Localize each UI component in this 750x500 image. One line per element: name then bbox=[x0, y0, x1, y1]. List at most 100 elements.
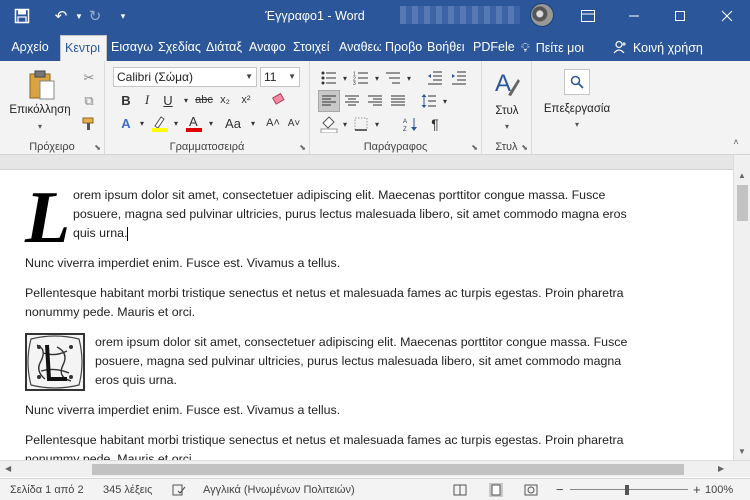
text-cursor bbox=[127, 226, 129, 241]
editing-dropdown-icon[interactable]: ▾ bbox=[536, 120, 618, 129]
tab-review[interactable]: Αναθεω bbox=[335, 35, 381, 61]
align-center-icon[interactable] bbox=[341, 90, 363, 112]
styles-label: Στυλ bbox=[495, 105, 519, 117]
font-size-dropdown-icon[interactable]: ▼ bbox=[288, 68, 296, 86]
styles-dropdown-icon[interactable]: ▾ bbox=[482, 122, 532, 131]
paste-button[interactable]: Επικόλληση ▾ bbox=[9, 67, 71, 131]
undo-dropdown-icon[interactable]: ▼ bbox=[74, 0, 84, 32]
increase-indent-icon[interactable] bbox=[448, 67, 470, 89]
clear-formatting-icon[interactable] bbox=[268, 89, 290, 111]
tab-layout[interactable]: Διάταξ bbox=[202, 35, 245, 61]
align-right-icon[interactable] bbox=[364, 90, 386, 112]
tab-help[interactable]: Βοήθει bbox=[423, 35, 469, 61]
line-spacing-dropdown-icon[interactable]: ▾ bbox=[434, 90, 456, 112]
zoom-level[interactable]: 100% bbox=[705, 479, 733, 500]
zoom-slider-thumb[interactable] bbox=[625, 485, 629, 495]
proofing-icon[interactable] bbox=[172, 479, 186, 500]
print-layout-icon[interactable] bbox=[489, 479, 503, 500]
redo-icon[interactable]: ↻ bbox=[84, 0, 106, 32]
styles-launcher-icon[interactable]: ⬊ bbox=[521, 143, 528, 152]
bold-button[interactable]: B bbox=[115, 89, 137, 111]
paragraph-2: Nunc viverra imperdiet enim. Fusce est. … bbox=[25, 256, 341, 270]
sort-icon[interactable]: AZ bbox=[400, 113, 422, 135]
italic-button[interactable]: I bbox=[136, 89, 158, 111]
tell-me-box[interactable]: 💡︎ Πείτε μοι bbox=[515, 35, 607, 61]
superscript-button[interactable]: x² bbox=[235, 89, 257, 111]
svg-text:Z: Z bbox=[403, 127, 407, 132]
scroll-down-icon[interactable]: ▼ bbox=[738, 447, 746, 456]
language-indicator[interactable]: Αγγλικά (Ηνωμένων Πολιτειών) bbox=[203, 479, 355, 500]
font-size-combo[interactable]: 11 ▼ bbox=[260, 67, 300, 87]
magnifier-icon bbox=[564, 69, 590, 95]
font-name-value: Calibri (Σώμα) bbox=[117, 70, 193, 84]
tab-view[interactable]: Προβο bbox=[381, 35, 423, 61]
account-name-blurred bbox=[400, 6, 520, 24]
web-layout-icon[interactable] bbox=[524, 479, 538, 500]
justify-icon[interactable] bbox=[387, 90, 409, 112]
tab-file[interactable]: Αρχείο bbox=[0, 35, 60, 61]
scroll-up-icon[interactable]: ▲ bbox=[738, 171, 746, 180]
cut-icon[interactable]: ✂ bbox=[78, 67, 100, 89]
scroll-left-icon[interactable]: ◀ bbox=[5, 464, 11, 473]
paste-dropdown-icon[interactable]: ▾ bbox=[12, 122, 68, 131]
format-painter-icon[interactable] bbox=[78, 113, 100, 135]
tab-design[interactable]: Σχεδίας bbox=[154, 35, 202, 61]
strikethrough-button[interactable]: abc bbox=[193, 89, 215, 111]
paragraph-launcher-icon[interactable]: ⬊ bbox=[471, 143, 478, 152]
vertical-scrollbar[interactable]: ▲ ▼ bbox=[733, 155, 750, 460]
close-icon[interactable] bbox=[704, 0, 750, 32]
show-formatting-icon[interactable]: ¶ bbox=[424, 113, 446, 135]
clipboard-launcher-icon[interactable]: ⬊ bbox=[94, 143, 101, 152]
document-content[interactable]: L orem ipsum dolor sit amet, consectetue… bbox=[25, 181, 645, 460]
font-color-dropdown-icon[interactable]: ▾ bbox=[200, 112, 222, 134]
scroll-right-icon[interactable]: ▶ bbox=[718, 464, 724, 473]
font-name-dropdown-icon[interactable]: ▼ bbox=[245, 68, 253, 86]
share-button[interactable]: Κοινή χρήση bbox=[607, 35, 725, 61]
editing-button[interactable]: Επεξεργασία ▾ bbox=[536, 67, 618, 131]
decrease-indent-icon[interactable] bbox=[424, 67, 446, 89]
grow-font-icon[interactable]: A˄ bbox=[262, 112, 284, 134]
tab-references[interactable]: Αναφο bbox=[245, 35, 289, 61]
zoom-slider[interactable] bbox=[570, 479, 688, 500]
ribbon-display-options-icon[interactable] bbox=[565, 0, 611, 32]
save-icon[interactable] bbox=[8, 0, 36, 32]
paragraph-1-text-wrap: orem ipsum dolor sit amet, consectetuer … bbox=[25, 186, 645, 243]
paragraph-3: Pellentesque habitant morbi tristique se… bbox=[25, 286, 624, 319]
picture-dropcap[interactable] bbox=[25, 333, 85, 391]
tab-pdfelement[interactable]: PDFelei bbox=[469, 35, 515, 61]
word-count[interactable]: 345 λέξεις bbox=[103, 479, 152, 500]
horizontal-scrollbar[interactable]: ◀ ▶ bbox=[0, 460, 750, 477]
paragraph-1: L orem ipsum dolor sit amet, consectetue… bbox=[25, 181, 645, 255]
undo-icon[interactable]: ↶ bbox=[48, 0, 74, 32]
page-count[interactable]: Σελίδα 1 από 2 bbox=[10, 479, 84, 500]
change-case-dropdown-icon[interactable]: ▾ bbox=[242, 112, 264, 134]
vertical-scroll-thumb[interactable] bbox=[737, 185, 748, 221]
avatar[interactable] bbox=[530, 3, 554, 27]
paragraph-6: Pellentesque habitant morbi tristique se… bbox=[25, 433, 624, 460]
tab-insert[interactable]: Εισαγω bbox=[107, 35, 154, 61]
align-left-icon[interactable] bbox=[318, 90, 340, 112]
copy-icon[interactable]: ⧉ bbox=[78, 90, 100, 112]
font-group-label: Γραμματοσειρά bbox=[169, 141, 245, 153]
shrink-font-icon[interactable]: A˅ bbox=[283, 112, 305, 134]
zoom-in-icon[interactable]: + bbox=[693, 479, 701, 500]
document-area[interactable]: L orem ipsum dolor sit amet, consectetue… bbox=[0, 170, 733, 460]
paragraph-group: ▾ 123 ▾ ▾ ▾ ▾ ▾ A Z ¶ Παράγραφος ⬊ bbox=[310, 61, 482, 155]
borders-dropdown-icon[interactable]: ▾ bbox=[366, 113, 388, 135]
font-launcher-icon[interactable]: ⬊ bbox=[299, 143, 306, 152]
font-name-combo[interactable]: Calibri (Σώμα) ▼ bbox=[113, 67, 257, 87]
multilevel-dropdown-icon[interactable]: ▾ bbox=[398, 67, 420, 89]
tab-mailings[interactable]: Στοιχεί bbox=[289, 35, 335, 61]
read-mode-icon[interactable] bbox=[453, 479, 467, 500]
minimize-icon[interactable] bbox=[611, 0, 657, 32]
styles-button[interactable]: A Στυλ ▾ bbox=[482, 67, 532, 131]
tab-home[interactable]: Κεντρι bbox=[60, 35, 107, 61]
horizontal-scroll-thumb[interactable] bbox=[92, 464, 684, 475]
ruler-gap bbox=[0, 155, 733, 170]
customize-quick-access-icon[interactable]: ▾ bbox=[114, 0, 132, 32]
maximize-icon[interactable] bbox=[657, 0, 703, 32]
collapse-ribbon-icon[interactable]: ˄ bbox=[725, 131, 747, 153]
subscript-button[interactable]: x₂ bbox=[214, 89, 236, 111]
zoom-out-icon[interactable]: − bbox=[556, 479, 564, 500]
paragraph-group-label: Παράγραφος bbox=[363, 141, 428, 153]
